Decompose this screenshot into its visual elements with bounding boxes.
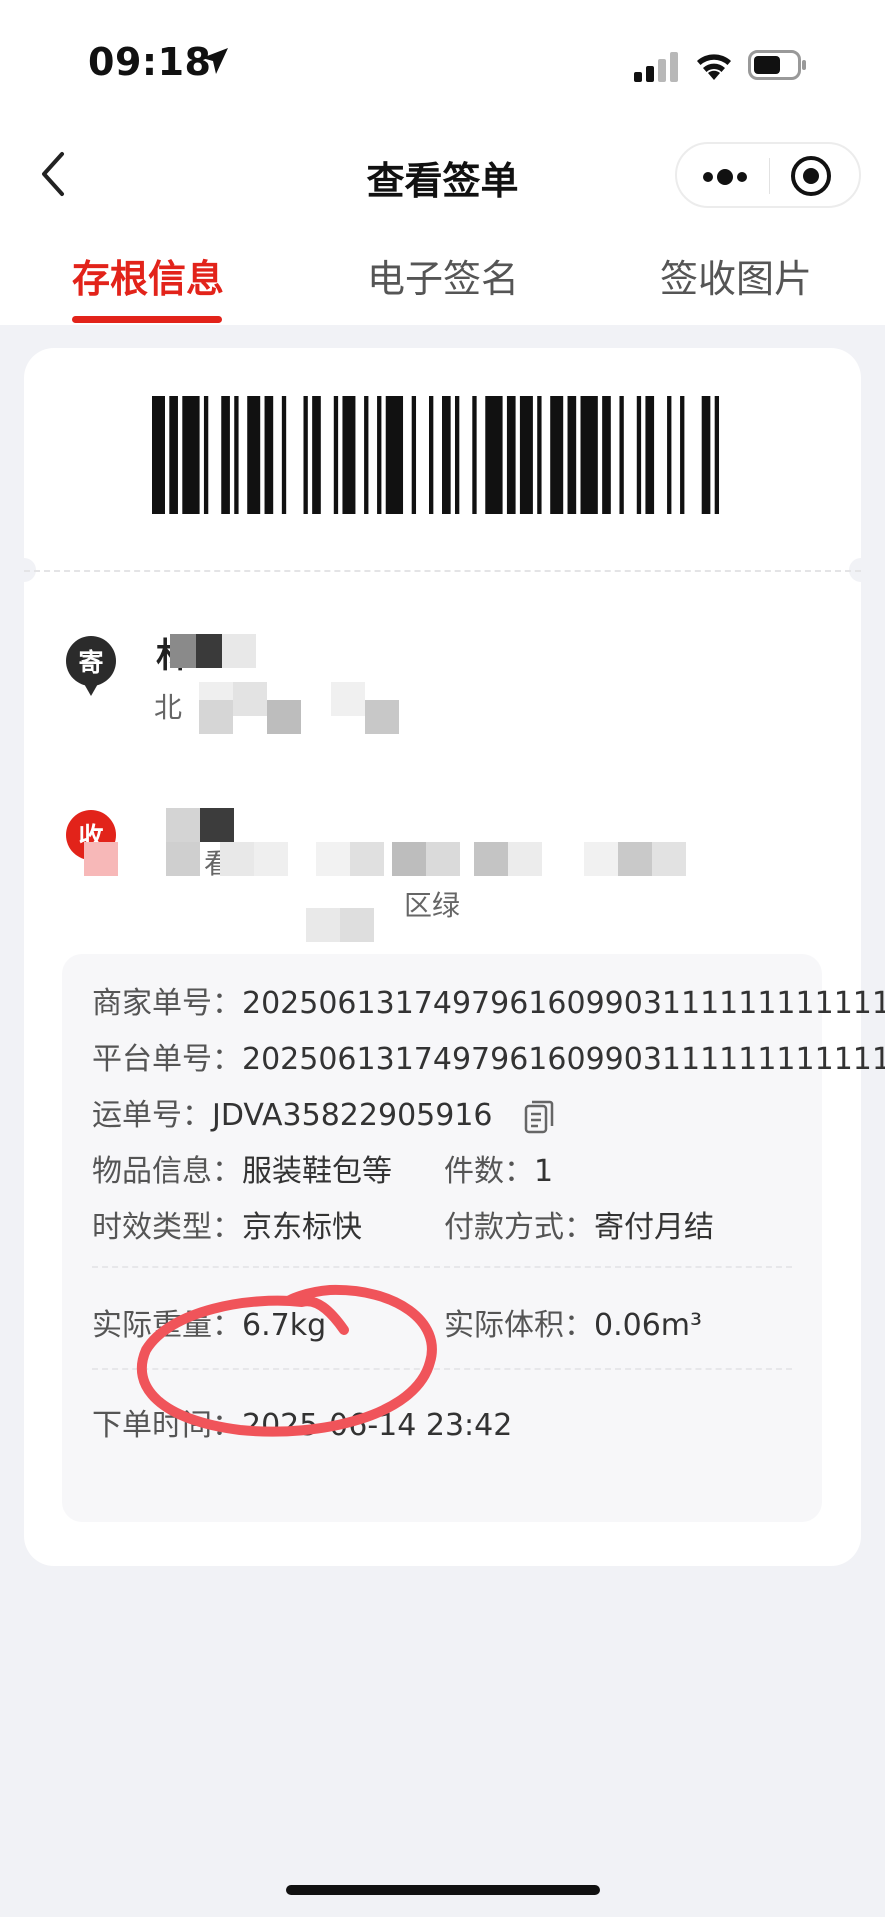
tab-stub-info[interactable]: 存根信息	[72, 248, 224, 303]
service-type-value: 京东标快	[242, 1210, 362, 1245]
payment-method-row: 付款方式：寄付月结	[444, 1202, 714, 1246]
service-type-label: 时效类型：	[92, 1210, 242, 1245]
barcode-bar	[312, 396, 321, 514]
active-tab-indicator	[72, 316, 222, 323]
barcode-bar	[429, 396, 434, 514]
status-time: 09:18	[88, 40, 212, 84]
barcode-bar	[247, 396, 261, 514]
tab-bar: 存根信息 电子签名 签收图片	[0, 230, 885, 325]
barcode-bar	[667, 396, 672, 514]
barcode-bar	[377, 396, 382, 514]
barcode-bar	[385, 396, 404, 514]
barcode-bar	[411, 396, 417, 514]
barcode-bar	[333, 396, 339, 514]
payment-method-value: 寄付月结	[594, 1210, 714, 1245]
barcode-bar	[680, 396, 685, 514]
platform-number-row: 平台单号：20250613174979616099031111111111111	[92, 1034, 885, 1078]
actual-volume-label: 实际体积：	[444, 1308, 594, 1343]
platform-number-label: 平台单号：	[92, 1042, 242, 1077]
annotation-circle	[136, 1284, 437, 1437]
actual-volume-value: 0.06m³	[594, 1308, 703, 1343]
barcode-bar	[580, 396, 598, 514]
piece-count-label: 件数：	[444, 1154, 534, 1189]
service-type-row: 时效类型：京东标快	[92, 1202, 362, 1246]
barcode-bar	[152, 396, 165, 514]
tab-e-signature[interactable]: 电子签名	[367, 248, 519, 303]
sender-badge: 寄	[78, 648, 104, 677]
waybill-number-row: 运单号：JDVA35822905916	[92, 1090, 554, 1134]
barcode-bar	[364, 396, 369, 514]
barcode-bar	[264, 396, 274, 514]
barcode-bar	[714, 396, 720, 514]
barcode-bar	[519, 396, 533, 514]
barcode-bar	[203, 396, 209, 514]
barcode-bar	[602, 396, 611, 514]
barcode-bar	[472, 396, 477, 514]
waybill-number-value[interactable]: JDVA35822905916	[212, 1098, 493, 1133]
goods-info-value: 服装鞋包等	[242, 1154, 392, 1189]
more-dots-icon[interactable]	[701, 162, 749, 192]
wifi-icon	[697, 54, 731, 80]
details-divider	[92, 1266, 792, 1268]
barcode-bar	[454, 396, 460, 514]
goods-info-row: 物品信息：服装鞋包等	[92, 1146, 392, 1190]
goods-info-label: 物品信息：	[92, 1154, 242, 1189]
barcode-bar	[567, 396, 577, 514]
receiver-address-line2: 区绿	[404, 889, 461, 922]
barcode-bar	[342, 396, 356, 514]
waybill-barcode	[152, 396, 720, 514]
barcode-bar	[701, 396, 711, 514]
barcode-bar	[221, 396, 230, 514]
cellular-signal-icon	[634, 52, 678, 82]
piece-count-row: 件数：1	[444, 1146, 553, 1190]
status-bar: 09:18	[0, 0, 885, 120]
barcode-bar	[182, 396, 200, 514]
perforation-line	[24, 570, 861, 572]
barcode-bar	[169, 396, 178, 514]
barcode-bar	[506, 396, 516, 514]
copy-icon[interactable]	[524, 1100, 554, 1134]
payment-method-label: 付款方式：	[444, 1210, 594, 1245]
miniprogram-capsule	[675, 142, 861, 208]
barcode-bar	[636, 396, 642, 514]
barcode-bar	[550, 396, 564, 514]
merchant-number-row: 商家单号：20250613174979616099031111111111111	[92, 978, 885, 1022]
barcode-bar	[537, 396, 542, 514]
waybill-number-label: 运单号：	[92, 1098, 212, 1133]
barcode-bar	[645, 396, 655, 514]
close-target-icon[interactable]	[789, 154, 833, 198]
platform-number-value: 20250613174979616099031111111111111	[242, 1042, 885, 1077]
barcode-bar	[234, 396, 239, 514]
barcode-bar	[442, 396, 451, 514]
location-arrow-icon	[202, 48, 228, 74]
piece-count-value: 1	[534, 1154, 554, 1189]
barcode-bar	[619, 396, 624, 514]
barcode-bar	[303, 396, 308, 514]
sender-address: 北	[154, 691, 183, 724]
home-indicator	[286, 1885, 600, 1895]
barcode-bar	[281, 396, 287, 514]
merchant-number-value: 20250613174979616099031111111111111	[242, 986, 885, 1021]
battery-icon	[748, 50, 806, 80]
tab-receipt-photos[interactable]: 签收图片	[660, 248, 812, 303]
merchant-number-label: 商家单号：	[92, 986, 242, 1021]
barcode-bar	[485, 396, 503, 514]
navigation-bar: 查看签单	[0, 120, 885, 230]
capsule-divider	[769, 158, 770, 194]
actual-volume-row: 实际体积：0.06m³	[444, 1300, 702, 1344]
